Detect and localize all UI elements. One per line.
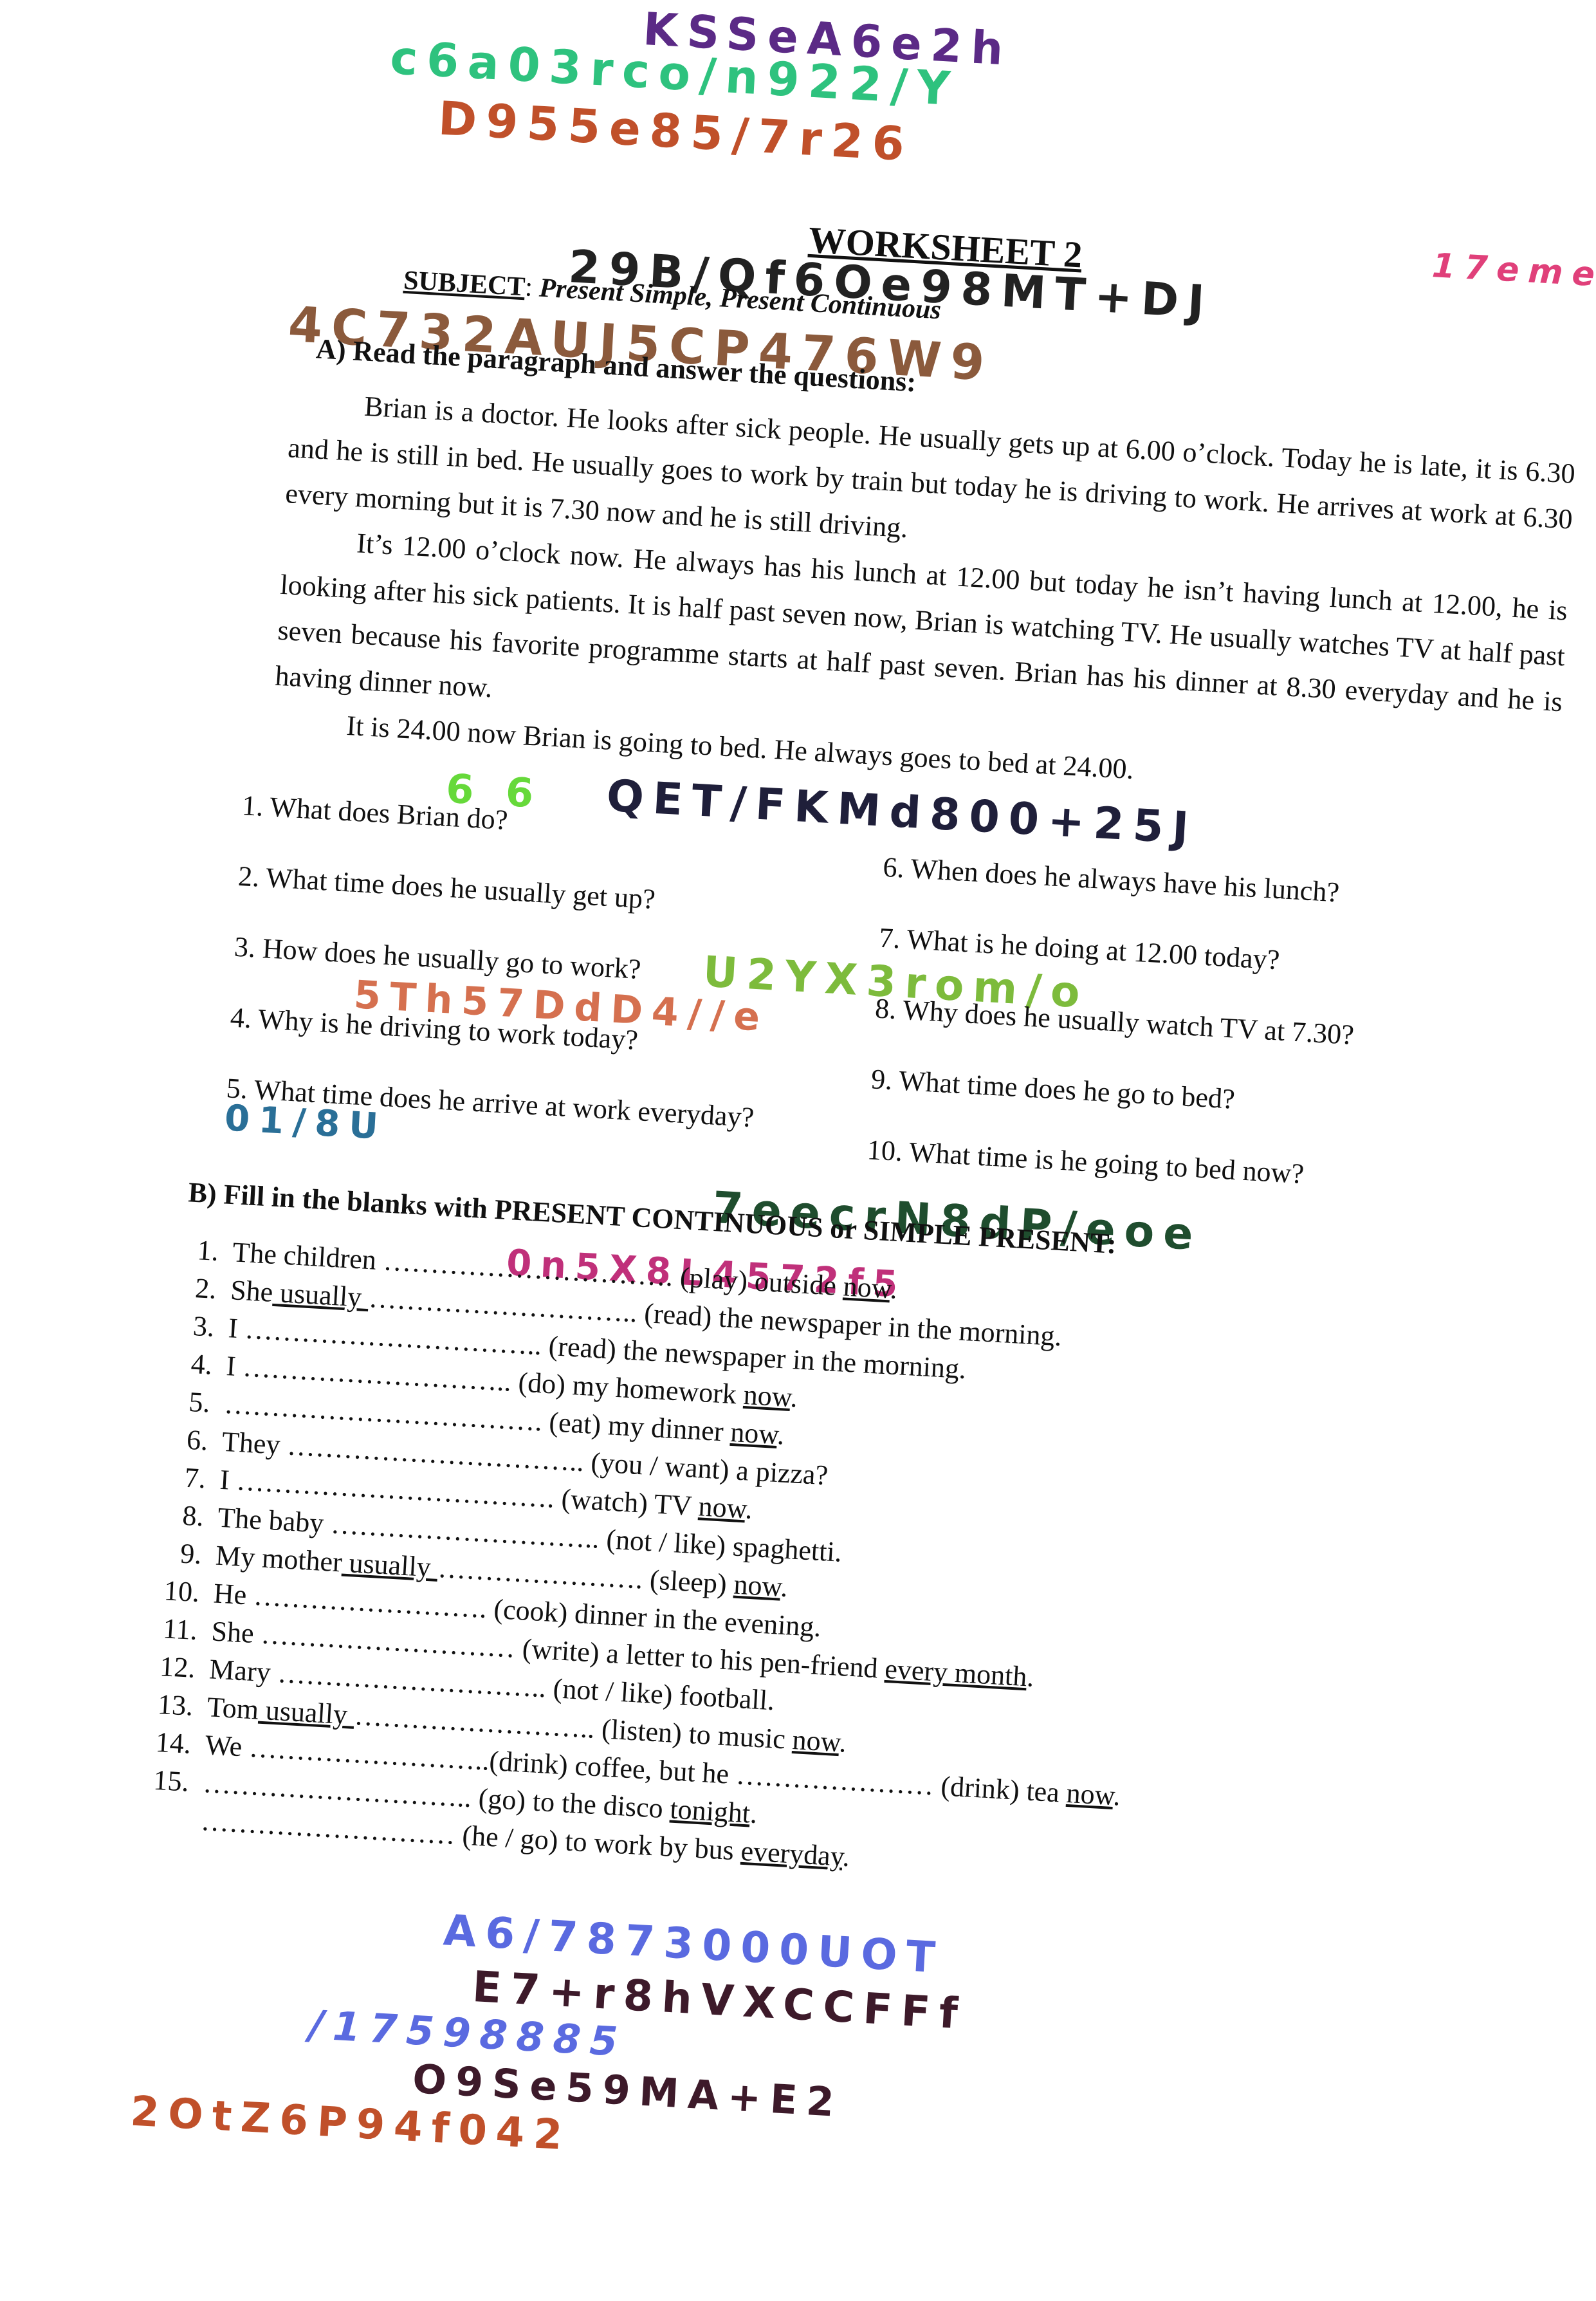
reading-paragraph: Brian is a doctor. He looks after sick p…: [271, 379, 1577, 816]
subject-separator: :: [524, 272, 540, 303]
question-10: 10. What time is he going to bed now?: [866, 1134, 1305, 1190]
subject-line: SUBJECT: Present Simple, Present Continu…: [403, 265, 942, 326]
question-1: 1. What does Brian do?: [241, 790, 509, 836]
question-5: 5. What time does he arrive at work ever…: [225, 1072, 755, 1134]
subject-value: Present Simple, Present Continuous: [538, 273, 942, 326]
question-4: 4. Why is he driving to work today?: [229, 1001, 639, 1056]
question-7: 7. What is he doing at 12.00 today?: [878, 921, 1281, 976]
question-9: 9. What time does he go to bed?: [870, 1063, 1236, 1115]
question-8: 8. Why does he usually watch TV at 7.30?: [874, 992, 1355, 1051]
question-3: 3. How does he usually go to work?: [233, 930, 642, 985]
worksheet-content: WORKSHEET 2 SUBJECT: Present Simple, Pre…: [0, 0, 1596, 2301]
question-6: 6. When does he always have his lunch?: [882, 851, 1341, 909]
question-2: 2. What time does he usually get up?: [237, 860, 656, 916]
worksheet-title: WORKSHEET 2: [807, 218, 1084, 276]
subject-label: SUBJECT: [403, 265, 526, 302]
worksheet-page: KSSeA6e2h c6a03rco/n922/Y D955e85/7r26 2…: [0, 0, 1596, 2301]
fill-in-list: 1. The children …………………………. (play) outsid…: [133, 1230, 1516, 1912]
